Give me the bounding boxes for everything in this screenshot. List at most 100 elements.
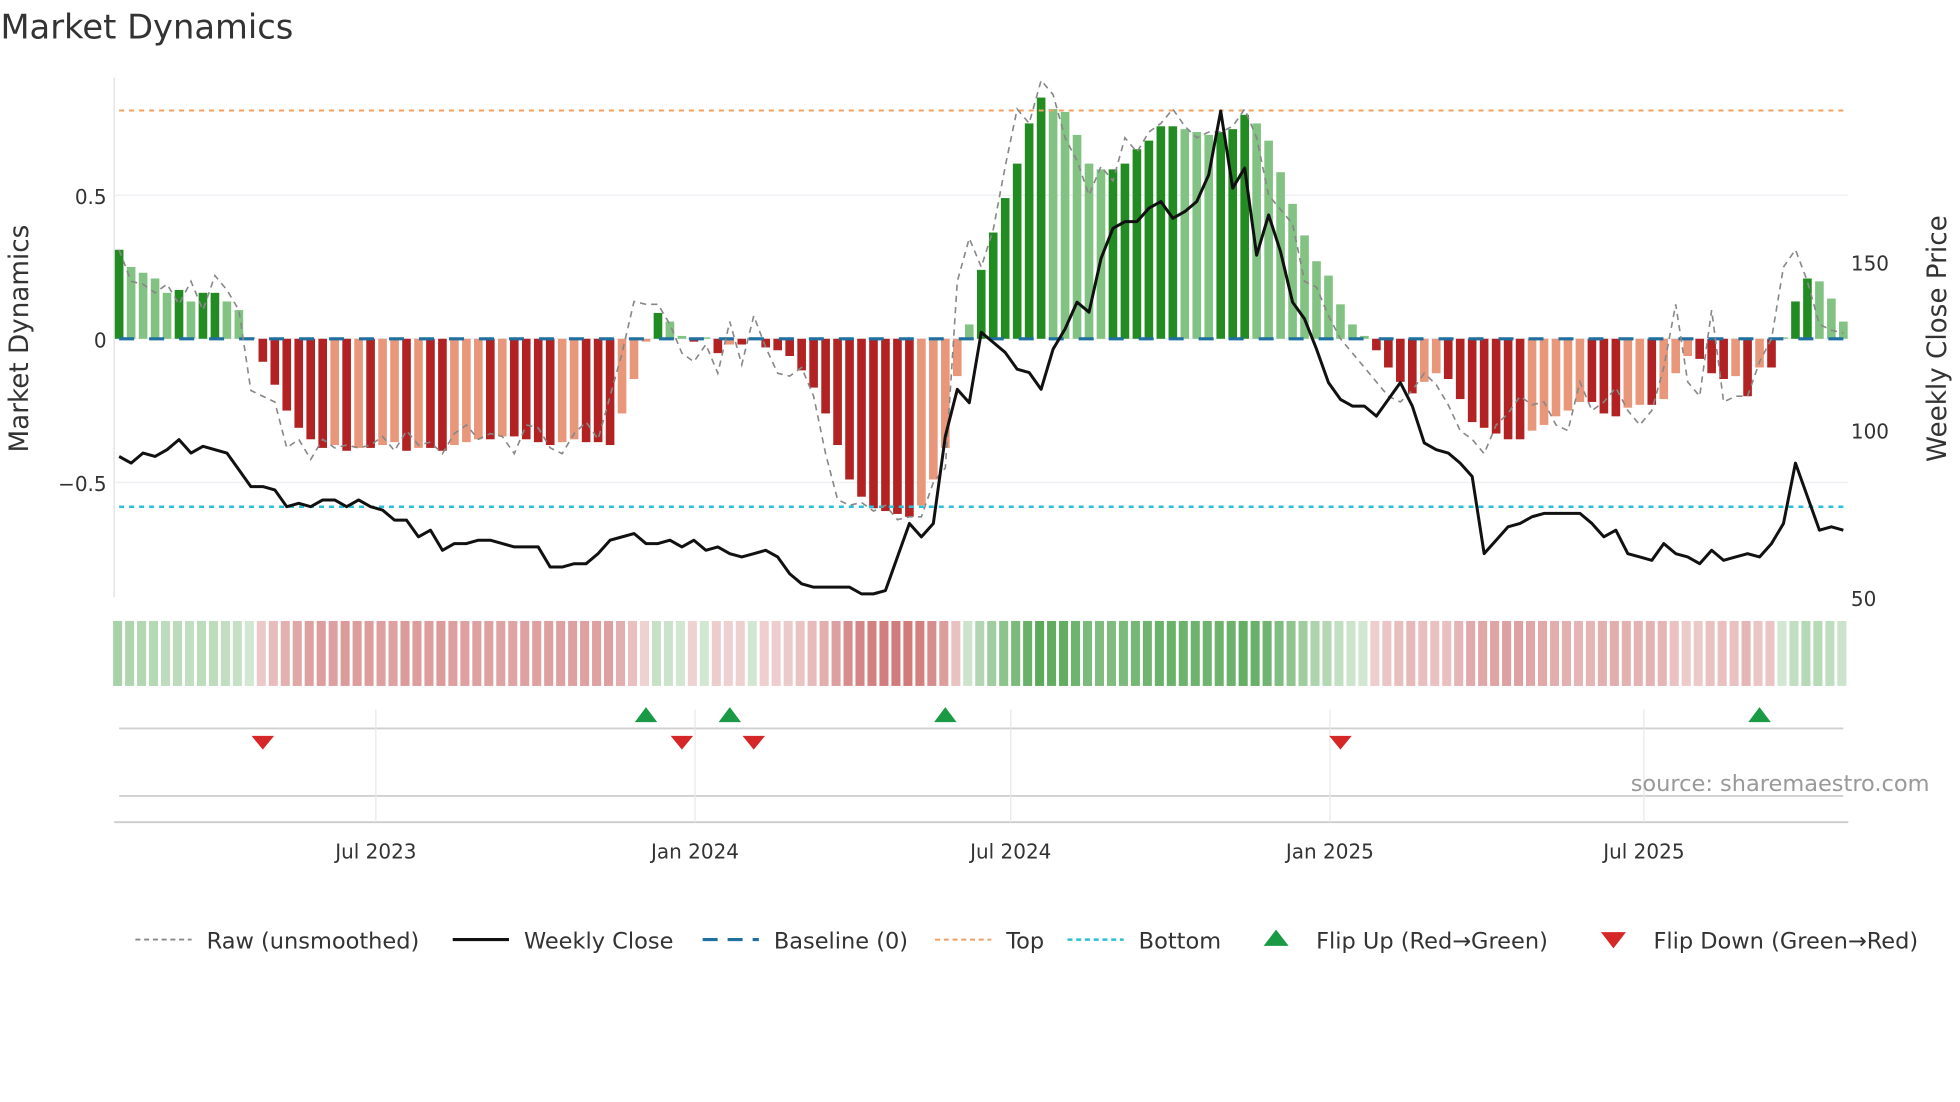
regime-cell <box>663 620 673 686</box>
bar <box>1743 338 1752 397</box>
bar <box>1012 163 1022 339</box>
regime-cell <box>951 620 961 686</box>
bar <box>1623 338 1633 408</box>
regime-cell <box>1609 620 1619 686</box>
weekly-close-line <box>118 109 1844 596</box>
regime-cell <box>256 620 266 686</box>
regime-cell <box>903 620 913 686</box>
bar <box>1264 140 1273 339</box>
bar <box>509 338 519 437</box>
bar <box>126 266 136 339</box>
regime-cell <box>639 620 650 686</box>
regime-cell <box>1514 620 1524 686</box>
y-tick-label-right: 100 <box>1851 419 1889 443</box>
bar <box>653 312 663 339</box>
bar <box>833 338 842 446</box>
regime-cell <box>1418 620 1428 686</box>
bar <box>797 338 806 371</box>
regime-cell <box>1094 620 1105 686</box>
bar <box>1563 338 1573 411</box>
bar <box>713 338 723 354</box>
regime-cell <box>1322 620 1332 686</box>
regime-cell <box>699 620 709 686</box>
legend-raw: Raw (unsmoothed) <box>135 928 419 954</box>
flip-down-icon <box>1600 932 1626 949</box>
bar <box>282 338 292 411</box>
legend-label: Flip Down (Green→Red) <box>1653 928 1918 954</box>
regime-cell <box>1526 620 1536 686</box>
legend-label: Baseline (0) <box>774 928 908 954</box>
regime-cell <box>1250 620 1260 686</box>
bar <box>1815 281 1824 339</box>
market-dynamics-chart: Market Dynamics Market Dynamics Weekly C… <box>0 8 1952 955</box>
regime-cell <box>759 620 769 686</box>
bar <box>138 272 148 339</box>
regime-cell <box>831 620 841 686</box>
regime-cell <box>939 620 949 686</box>
bar <box>905 338 914 517</box>
y-tick-label: 0 <box>94 329 107 353</box>
bar <box>1216 132 1226 339</box>
regime-cell <box>711 620 721 686</box>
bar <box>1695 338 1704 359</box>
regime-cell <box>687 620 697 686</box>
regime-cell <box>292 620 302 686</box>
regime-cell <box>1214 620 1224 686</box>
bar <box>809 338 818 388</box>
bars <box>114 97 1848 517</box>
flip-panel <box>114 707 1849 824</box>
regime-cell <box>161 620 171 686</box>
bar <box>677 335 687 339</box>
regime-cell <box>484 620 494 686</box>
bar <box>881 338 890 512</box>
bar <box>1827 298 1836 339</box>
bar <box>785 338 794 357</box>
flip-down-marker <box>742 735 765 750</box>
regime-cell <box>1082 620 1093 686</box>
regime-cell <box>1059 620 1069 686</box>
regime-cell <box>412 620 422 686</box>
bar <box>1791 301 1800 339</box>
bar <box>593 338 603 443</box>
bar <box>1647 338 1657 405</box>
bar <box>569 338 579 440</box>
regime-cell <box>268 620 278 686</box>
regime-cell <box>556 620 566 686</box>
bar <box>474 338 483 440</box>
regime-cell <box>604 620 614 686</box>
bar <box>605 338 615 446</box>
legend: Raw (unsmoothed) Weekly Close Baseline (0)… <box>135 928 1918 954</box>
regime-cell <box>1813 620 1823 686</box>
bar <box>258 338 268 362</box>
bar <box>1551 338 1561 417</box>
regime-cell <box>280 620 290 686</box>
regime-cell <box>1645 620 1655 686</box>
regime-cell <box>592 620 602 686</box>
regime-cell <box>316 620 326 686</box>
bar <box>497 338 507 437</box>
x-tick-label: Jan 2025 <box>1284 839 1374 863</box>
regime-cell <box>1430 620 1440 686</box>
x-tick-label: Jul 2023 <box>333 839 416 863</box>
regime-cell <box>807 620 817 686</box>
regime-cell <box>472 620 482 686</box>
bar <box>988 232 998 339</box>
regime-cell <box>915 620 925 686</box>
bar <box>1455 338 1465 400</box>
regime-cell <box>544 620 554 686</box>
flip-up-marker <box>934 707 957 723</box>
regime-cell <box>927 620 937 686</box>
regime-cell <box>448 620 458 686</box>
regime-cell <box>1633 620 1643 686</box>
bar <box>629 338 639 379</box>
regime-cell <box>975 620 985 686</box>
legend-label: Weekly Close <box>524 928 673 954</box>
regime-cell <box>723 620 733 686</box>
bar <box>1036 97 1046 339</box>
regime-cell <box>1454 620 1464 686</box>
bar <box>306 338 316 440</box>
bar <box>869 338 878 509</box>
y-tick-label-right: 150 <box>1851 252 1889 276</box>
bar <box>1803 278 1812 339</box>
regime-cell <box>735 620 745 686</box>
